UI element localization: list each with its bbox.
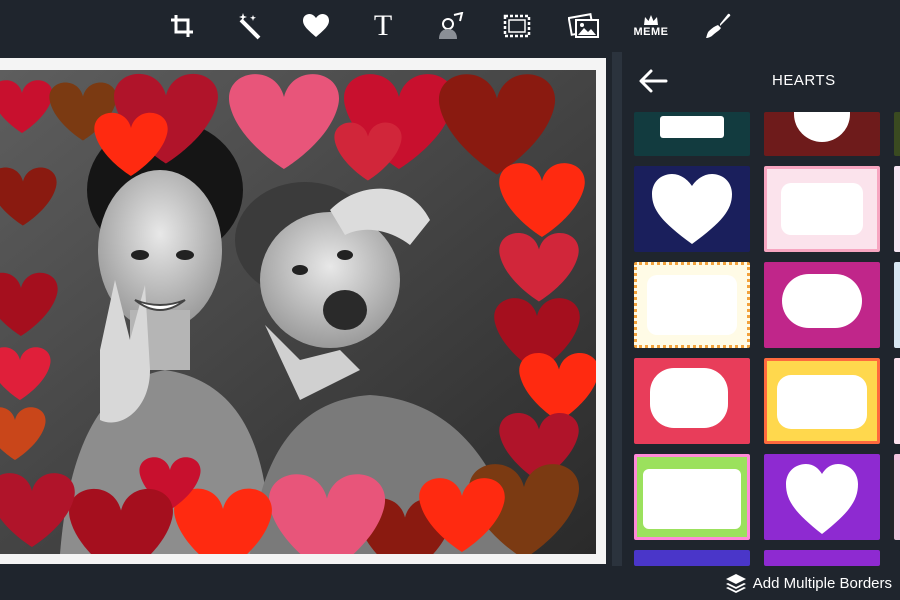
border-thumb[interactable] bbox=[764, 166, 880, 252]
photos-icon bbox=[568, 13, 599, 38]
border-thumb[interactable] bbox=[764, 262, 880, 348]
border-thumb[interactable] bbox=[634, 166, 750, 252]
border-thumb[interactable] bbox=[634, 358, 750, 444]
canvas-area bbox=[0, 52, 612, 566]
bottom-bar: Add Multiple Borders bbox=[0, 566, 900, 600]
meme-label: MEME bbox=[633, 26, 669, 38]
layers-icon bbox=[725, 574, 746, 593]
sticker-button[interactable] bbox=[417, 0, 484, 52]
hearts-button[interactable] bbox=[283, 0, 350, 52]
brush-icon bbox=[706, 13, 731, 38]
border-thumb[interactable] bbox=[634, 454, 750, 540]
border-thumb[interactable] bbox=[894, 262, 900, 348]
photo-frame bbox=[0, 58, 606, 564]
crown-icon bbox=[644, 15, 658, 25]
meme-button[interactable]: MEME bbox=[618, 0, 685, 52]
panel-title: HEARTS bbox=[772, 72, 836, 89]
top-toolbar: T MEME bbox=[0, 0, 900, 52]
add-multiple-borders-button[interactable]: Add Multiple Borders bbox=[725, 572, 892, 594]
frame-icon bbox=[503, 14, 531, 38]
photo-content bbox=[0, 70, 596, 554]
photos-button[interactable] bbox=[551, 0, 618, 52]
edited-photo[interactable] bbox=[0, 70, 596, 554]
heart-shape-icon bbox=[652, 174, 732, 244]
border-thumb[interactable] bbox=[764, 454, 880, 540]
back-button[interactable] bbox=[636, 66, 672, 96]
brush-button[interactable] bbox=[685, 0, 752, 52]
border-thumb[interactable] bbox=[764, 550, 880, 566]
border-thumb[interactable] bbox=[894, 358, 900, 444]
border-thumb[interactable] bbox=[894, 166, 900, 252]
border-thumb[interactable] bbox=[894, 112, 900, 156]
border-thumb[interactable] bbox=[634, 550, 750, 566]
panel-header: HEARTS bbox=[622, 52, 900, 110]
border-thumb[interactable] bbox=[764, 358, 880, 444]
meme-icon: MEME bbox=[634, 14, 669, 38]
crop-icon bbox=[171, 15, 193, 37]
frame-button[interactable] bbox=[484, 0, 551, 52]
border-thumb[interactable] bbox=[764, 112, 880, 156]
crop-button[interactable] bbox=[149, 0, 216, 52]
arrow-left-icon bbox=[639, 69, 668, 93]
border-thumb[interactable] bbox=[634, 112, 750, 156]
heart-shape-icon bbox=[786, 464, 858, 534]
border-thumb[interactable] bbox=[634, 262, 750, 348]
add-multiple-borders-label: Add Multiple Borders bbox=[752, 574, 892, 592]
text-button[interactable]: T bbox=[350, 0, 417, 52]
sticker-icon bbox=[439, 12, 464, 39]
border-thumb[interactable] bbox=[894, 454, 900, 540]
heart-icon bbox=[303, 14, 329, 37]
border-thumbnails bbox=[634, 112, 900, 566]
text-icon: T bbox=[373, 9, 393, 42]
magic-wand-icon bbox=[239, 13, 261, 40]
effects-button[interactable] bbox=[216, 0, 283, 52]
borders-panel: HEARTS bbox=[622, 52, 900, 566]
panel-divider bbox=[612, 52, 622, 566]
